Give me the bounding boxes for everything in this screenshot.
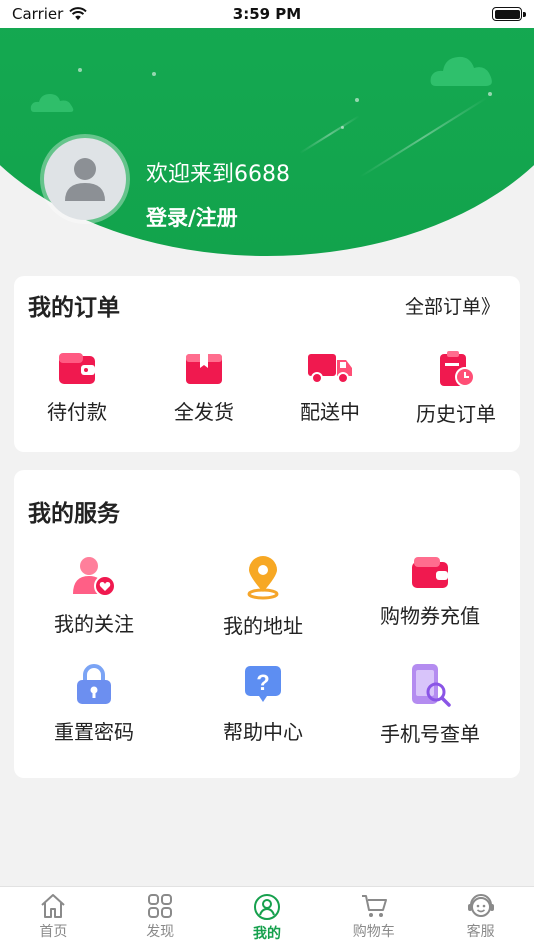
- tab-cart[interactable]: 购物车: [320, 887, 427, 950]
- service-my-follows[interactable]: 我的关注: [42, 554, 146, 637]
- tab-label: 我的: [252, 926, 281, 942]
- lock-icon: [77, 664, 111, 704]
- tab-label: 首页: [39, 924, 68, 940]
- clipboard-clock-icon: [440, 351, 475, 387]
- status-bar: Carrier 3:59 PM: [0, 0, 534, 28]
- wifi-icon: [69, 7, 88, 20]
- service-reset-password[interactable]: 重置密码: [42, 662, 146, 745]
- carrier-label: Carrier: [12, 5, 64, 23]
- avatar-image: [44, 138, 126, 220]
- home-icon: [41, 894, 66, 918]
- avatar[interactable]: [40, 134, 130, 224]
- services-title: 我的服务: [28, 501, 120, 527]
- tab-label: 发现: [146, 924, 175, 940]
- headset-icon: [467, 894, 494, 917]
- bottom-tab-bar: 首页 发现 我的 购物车 客服: [0, 886, 534, 950]
- wallet-icon: [412, 557, 448, 588]
- welcome-text: 欢迎来到6688: [146, 162, 290, 187]
- wallet-icon: [59, 353, 95, 384]
- order-label: 全发货: [174, 400, 234, 424]
- services-card: 我的服务 我的关注 我的地址 购物券充值 重置密码 ? 帮助中心 手机号查单: [14, 470, 520, 778]
- service-label: 重置密码: [54, 720, 134, 744]
- orders-title: 我的订单: [28, 295, 120, 321]
- user-heart-icon: [73, 557, 116, 597]
- profile-header: 欢迎来到6688 登录/注册: [0, 26, 534, 256]
- tab-home[interactable]: 首页: [0, 887, 107, 950]
- cloud-icon: [30, 94, 74, 112]
- sparkle: [78, 68, 82, 72]
- order-shipped[interactable]: 全发货: [172, 350, 236, 425]
- service-label: 购物券充值: [380, 604, 480, 628]
- login-register-link[interactable]: 登录/注册: [146, 202, 238, 232]
- order-pending-payment[interactable]: 待付款: [45, 350, 109, 425]
- service-label: 帮助中心: [223, 720, 303, 744]
- tab-discover[interactable]: 发现: [107, 887, 214, 950]
- truck-icon: [308, 354, 352, 384]
- user-silhouette-icon: [65, 158, 105, 201]
- service-label: 我的地址: [223, 614, 303, 638]
- location-pin-icon: [247, 556, 279, 600]
- service-my-address[interactable]: 我的地址: [211, 554, 315, 639]
- grid-icon: [148, 894, 173, 918]
- status-left: Carrier: [12, 5, 88, 23]
- sparkle: [355, 98, 359, 102]
- service-help-center[interactable]: ? 帮助中心: [211, 662, 315, 745]
- tab-customer-service[interactable]: 客服: [427, 887, 534, 950]
- order-history[interactable]: 历史订单: [414, 350, 498, 427]
- order-label: 待付款: [47, 400, 107, 424]
- service-label: 我的关注: [54, 612, 134, 636]
- all-orders-link[interactable]: 全部订单》: [405, 292, 500, 319]
- tab-label: 客服: [466, 924, 495, 940]
- cloud-icon: [430, 56, 492, 86]
- tab-label: 购物车: [352, 924, 395, 940]
- order-label: 配送中: [300, 400, 360, 424]
- phone-search-icon: [412, 664, 451, 707]
- sparkle: [152, 72, 156, 76]
- tab-mine[interactable]: 我的: [214, 887, 321, 950]
- order-label: 历史订单: [416, 402, 496, 426]
- orders-card: 我的订单 全部订单》 待付款 全发货 配送中 历史订单: [14, 276, 520, 452]
- sparkle: [488, 92, 492, 96]
- service-label: 手机号查单: [380, 722, 480, 746]
- package-icon: [186, 354, 222, 384]
- service-voucher-recharge[interactable]: 购物券充值: [370, 554, 490, 629]
- user-icon: [253, 894, 280, 920]
- service-phone-order-lookup[interactable]: 手机号查单: [370, 662, 490, 747]
- battery-icon: [492, 7, 526, 21]
- order-in-delivery[interactable]: 配送中: [298, 350, 362, 425]
- question-icon: ?: [245, 666, 281, 702]
- svg-text:?: ?: [256, 670, 269, 695]
- cart-icon: [361, 895, 387, 917]
